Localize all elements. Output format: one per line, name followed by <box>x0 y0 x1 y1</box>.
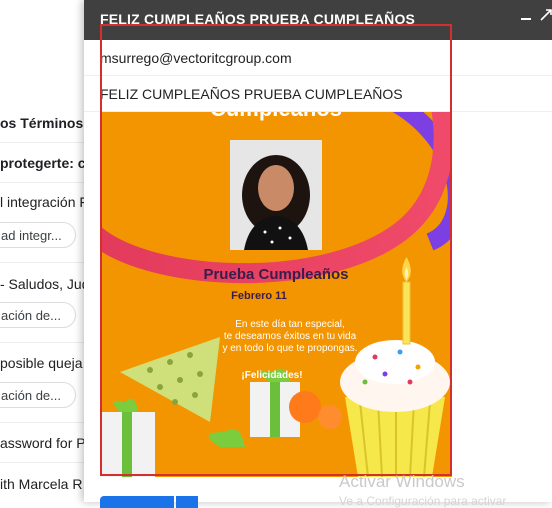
attachment-chip-label: ad integr... <box>1 228 62 243</box>
compose-header[interactable]: FELIZ CUMPLEAÑOS PRUEBA CUMPLEAÑOS <box>84 0 552 40</box>
expand-icon[interactable] <box>536 8 552 30</box>
compose-title: FELIZ CUMPLEAÑOS PRUEBA CUMPLEAÑOS <box>100 11 416 27</box>
divider <box>0 262 90 263</box>
divider <box>0 182 90 183</box>
compose-window: FELIZ CUMPLEAÑOS PRUEBA CUMPLEAÑOS msurr… <box>84 0 552 508</box>
minimize-icon[interactable] <box>516 8 536 30</box>
card-top-heading: Cumpleaños <box>210 112 342 121</box>
divider <box>0 342 90 343</box>
inbox-row-text: posible queja <box>0 355 83 371</box>
card-message-line: y en todo lo que te propongas. <box>222 343 358 354</box>
birthday-card-image: Cumpleaños <box>100 112 452 477</box>
inbox-row-text: - Saludos, Jud <box>0 276 90 292</box>
inbox-row[interactable]: l integración F <box>0 194 90 210</box>
inbox-row-text: l integración F <box>0 194 88 210</box>
inbox-row[interactable]: posible queja <box>0 355 90 371</box>
card-message-line: te deseamos éxitos en tu vida <box>223 331 357 342</box>
inbox-row[interactable]: - Saludos, Jud <box>0 276 90 292</box>
subject-text[interactable]: FELIZ CUMPLEAÑOS PRUEBA CUMPLEAÑOS <box>100 86 403 102</box>
card-congrats: ¡Felicidades! <box>241 370 303 381</box>
inbox-row-text: protegerte: co <box>0 155 90 171</box>
inbox-row[interactable]: assword for P <box>0 435 90 451</box>
to-field[interactable]: msurrego@vectoritcgroup.com <box>84 40 552 76</box>
card-message-line: En este día tan especial, <box>235 319 345 330</box>
profile-photo <box>230 140 322 250</box>
attachment-chip-label: ación de... <box>1 308 61 323</box>
inbox-row[interactable]: ith Marcela R <box>0 476 90 492</box>
inbox-list: os Términos protegerte: co l integración… <box>0 0 90 502</box>
inbox-row-text: os Términos <box>0 115 84 131</box>
divider <box>0 422 90 423</box>
divider <box>0 142 90 143</box>
subject-field[interactable]: FELIZ CUMPLEAÑOS PRUEBA CUMPLEAÑOS <box>84 76 552 112</box>
to-recipient[interactable]: msurrego@vectoritcgroup.com <box>100 50 292 66</box>
activation-watermark-subtitle: Ve a Configuración para activar <box>339 494 507 508</box>
attachment-chip[interactable]: ad integr... <box>0 222 76 248</box>
inbox-row[interactable]: protegerte: co <box>0 155 90 171</box>
inbox-row-text: ith Marcela R <box>0 476 83 492</box>
message-body[interactable]: Cumpleaños <box>100 112 452 477</box>
inbox-row[interactable]: os Términos <box>0 115 90 131</box>
card-message: En este día tan especial, te deseamos éx… <box>190 319 390 355</box>
send-button[interactable] <box>100 496 174 508</box>
attachment-chip[interactable]: ación de... <box>0 302 76 328</box>
card-date: Febrero 11 <box>231 290 287 302</box>
card-name: Prueba Cumpleaños <box>203 266 349 283</box>
divider <box>0 462 90 463</box>
attachment-chip-label: ación de... <box>1 388 61 403</box>
send-options-button[interactable] <box>176 496 198 508</box>
attachment-chip[interactable]: ación de... <box>0 382 76 408</box>
activation-watermark-title: Activar Windows <box>339 472 465 491</box>
inbox-row-text: assword for P <box>0 435 86 451</box>
